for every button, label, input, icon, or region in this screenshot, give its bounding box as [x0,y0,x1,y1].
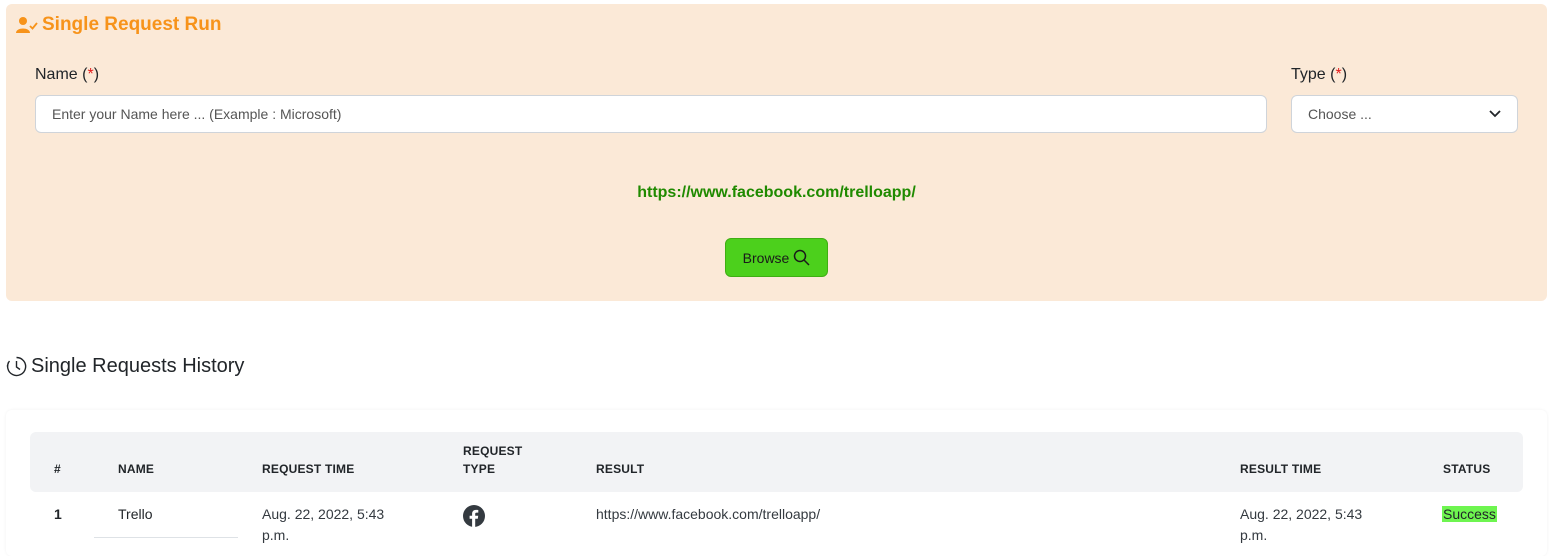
history-title-text: Single Requests History [31,355,245,377]
type-select[interactable]: Choose ... [1291,95,1518,133]
column-header-request-time: REQUEST TIME [262,462,355,476]
run-title-text: Single Request Run [42,14,222,35]
row-status: Success [1442,504,1497,525]
target-url: https://www.facebook.com/trelloapp/ [637,184,916,201]
column-header-status: STATUS [1443,462,1491,476]
user-check-icon [16,17,38,33]
name-label-end: ) [93,66,100,83]
row-name-divider [94,537,238,538]
row-request-time: Aug. 22, 2022, 5:43 p.m. [262,504,384,546]
row-result-time: Aug. 22, 2022, 5:43 p.m. [1240,504,1362,546]
row-request-type [463,505,485,533]
search-icon [794,249,810,266]
browse-button[interactable]: Browse [725,238,828,277]
column-header-result-time: RESULT TIME [1240,462,1322,476]
row-request-time-line1: Aug. 22, 2022, 5:43 [262,506,385,522]
name-label: Name (*) [35,66,99,84]
run-section-title: Single Request Run [16,14,221,36]
row-result-time-line2: p.m. [1240,527,1268,543]
column-header-request-type-line2: TYPE [463,462,496,476]
type-label: Type (*) [1291,66,1347,84]
status-badge: Success [1442,506,1497,522]
column-header-request-type: REQUEST TYPE [463,442,522,478]
name-label-text: Name ( [35,66,88,83]
column-header-index: # [54,462,61,476]
clock-history-icon [6,356,27,377]
column-header-result: RESULT [596,462,645,476]
history-table: # NAME REQUEST TIME REQUEST TYPE RESULT … [6,410,1547,556]
history-section-title: Single Requests History [6,355,244,378]
type-label-end: ) [1341,66,1348,83]
row-result: https://www.facebook.com/trelloapp/ [596,506,821,522]
name-input[interactable] [35,95,1267,133]
row-name: Trello [118,506,153,522]
type-select-value: Choose ... [1308,106,1372,122]
row-result-time-line1: Aug. 22, 2022, 5:43 [1240,506,1363,522]
column-header-request-type-line1: REQUEST [463,444,523,458]
browse-button-label: Browse [742,249,790,266]
facebook-icon [463,505,485,527]
chevron-down-icon [1489,110,1501,118]
column-header-name: NAME [118,462,155,476]
row-request-time-line2: p.m. [262,527,290,543]
row-index: 1 [54,506,62,522]
single-request-run-card: Single Request Run Name (*) Type (*) Cho… [6,4,1547,301]
type-label-text: Type ( [1291,66,1336,83]
